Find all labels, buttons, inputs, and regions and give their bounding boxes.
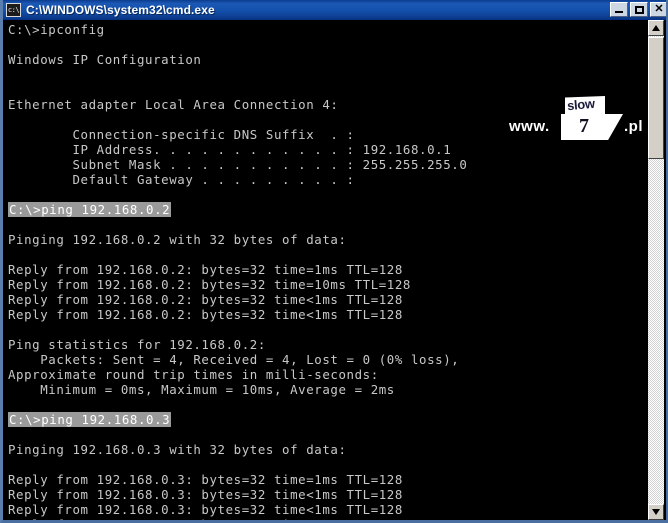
title-bar[interactable]: c:\ C:\WINDOWS\system32\cmd.exe ✕ [3, 0, 666, 20]
cmd-window: c:\ C:\WINDOWS\system32\cmd.exe ✕ C:\>ip… [0, 0, 668, 523]
terminal-line: Reply from 192.168.0.3: bytes=32 time<1m… [8, 487, 403, 502]
terminal-line: Subnet Mask . . . . . . . . . . . : 255.… [8, 157, 468, 172]
minimize-icon [615, 11, 623, 13]
cmd-icon: c:\ [6, 3, 21, 17]
terminal-line: Pinging 192.168.0.2 with 32 bytes of dat… [8, 232, 347, 247]
watermark-prefix: www. [509, 118, 550, 135]
terminal-line: Pinging 192.168.0.3 with 32 bytes of dat… [8, 442, 347, 457]
up-arrow-icon [652, 25, 660, 31]
scroll-down-button[interactable] [648, 504, 664, 520]
terminal-line: Approximate round trip times in milli-se… [8, 367, 379, 382]
watermark: www. slow 7 .pl [509, 96, 649, 146]
close-button[interactable]: ✕ [650, 2, 666, 17]
watermark-badge-bottom-text: 7 [579, 115, 589, 137]
terminal-line: Ping statistics for 192.168.0.2: [8, 337, 266, 352]
terminal-line: Packets: Sent = 4, Received = 4, Lost = … [8, 352, 460, 367]
terminal-line: Reply from 192.168.0.3: bytes=32 time<1m… [8, 502, 403, 517]
down-arrow-icon [652, 509, 660, 515]
terminal-line: C:\>ipconfig [8, 22, 105, 37]
scroll-up-button[interactable] [648, 20, 664, 36]
terminal-line: Windows IP Configuration [8, 52, 202, 67]
terminal-line: IP Address. . . . . . . . . . . . : 192.… [8, 142, 452, 157]
terminal-line: Ethernet adapter Local Area Connection 4… [8, 97, 339, 112]
maximize-icon [635, 6, 644, 14]
terminal-line: Default Gateway . . . . . . . . . : [8, 172, 355, 187]
window-title: C:\WINDOWS\system32\cmd.exe [26, 3, 215, 17]
terminal-line: Reply from 192.168.0.2: bytes=32 time<1m… [8, 307, 403, 322]
close-icon: ✕ [654, 3, 664, 15]
watermark-badge: slow 7 [561, 96, 623, 140]
terminal-line: Reply from 192.168.0.2: bytes=32 time=10… [8, 277, 411, 292]
console-output-area[interactable]: C:\>ipconfig Windows IP Configuration Et… [6, 20, 651, 520]
selected-command: C:\>ping 192.168.0.3 [8, 412, 172, 427]
watermark-flag-top-shape [565, 96, 605, 115]
watermark-suffix: .pl [624, 118, 643, 135]
terminal-line: Reply from 192.168.0.3: bytes=32 time=1m… [8, 472, 403, 487]
scrollbar-thumb[interactable] [648, 37, 664, 159]
minimize-button[interactable] [610, 2, 628, 17]
watermark-flag-bottom-shape [561, 114, 623, 140]
terminal-line: Reply from 192.168.0.2: bytes=32 time<1m… [8, 292, 403, 307]
terminal-text: C:\>ipconfig Windows IP Configuration Et… [8, 22, 467, 520]
selected-command: C:\>ping 192.168.0.2 [8, 202, 172, 217]
terminal-line: Reply from 192.168.0.3: bytes=32 time<1m… [8, 517, 467, 520]
vertical-scrollbar[interactable] [648, 20, 664, 520]
terminal-line: Connection-specific DNS Suffix . : [8, 127, 355, 142]
window-controls: ✕ [610, 2, 666, 17]
watermark-badge-top-text: slow [566, 95, 596, 114]
terminal-line: Reply from 192.168.0.2: bytes=32 time=1m… [8, 262, 403, 277]
terminal-line: C:\>ping 192.168.0.3 [8, 412, 467, 427]
maximize-button[interactable] [630, 2, 648, 17]
terminal-line: Minimum = 0ms, Maximum = 10ms, Average =… [8, 382, 395, 397]
terminal-line: C:\>ping 192.168.0.2 [8, 202, 467, 217]
